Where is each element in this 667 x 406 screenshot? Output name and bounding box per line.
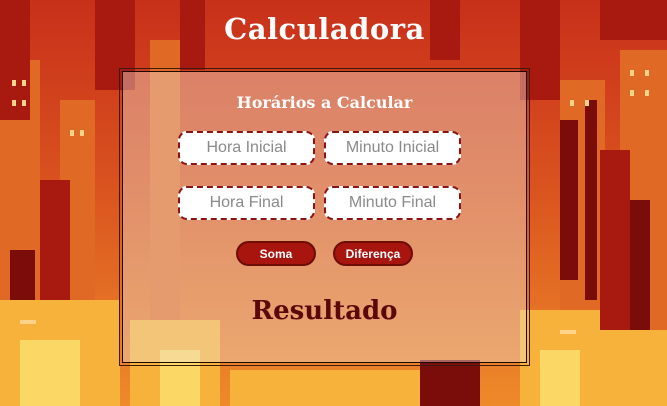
- soma-button[interactable]: Soma: [236, 241, 316, 266]
- calculator-panel: Horários a Calcular Hora Inicial Minuto …: [119, 68, 530, 366]
- minuto-final-input[interactable]: Minuto Final: [324, 186, 461, 220]
- page-title: Calculadora: [224, 12, 425, 46]
- hora-inicial-input[interactable]: Hora Inicial: [178, 131, 315, 165]
- panel-heading: Horários a Calcular: [236, 93, 413, 112]
- minuto-final-placeholder: Minuto Final: [348, 194, 437, 211]
- minuto-inicial-placeholder: Minuto Inicial: [345, 139, 440, 156]
- minuto-inicial-input[interactable]: Minuto Inicial: [324, 131, 461, 165]
- hora-final-placeholder: Hora Final: [209, 194, 284, 211]
- diferenca-button[interactable]: Diferença: [333, 241, 413, 266]
- hora-final-input[interactable]: Hora Final: [178, 186, 315, 220]
- result-text: Resultado: [251, 296, 398, 326]
- hora-inicial-placeholder: Hora Inicial: [206, 139, 287, 156]
